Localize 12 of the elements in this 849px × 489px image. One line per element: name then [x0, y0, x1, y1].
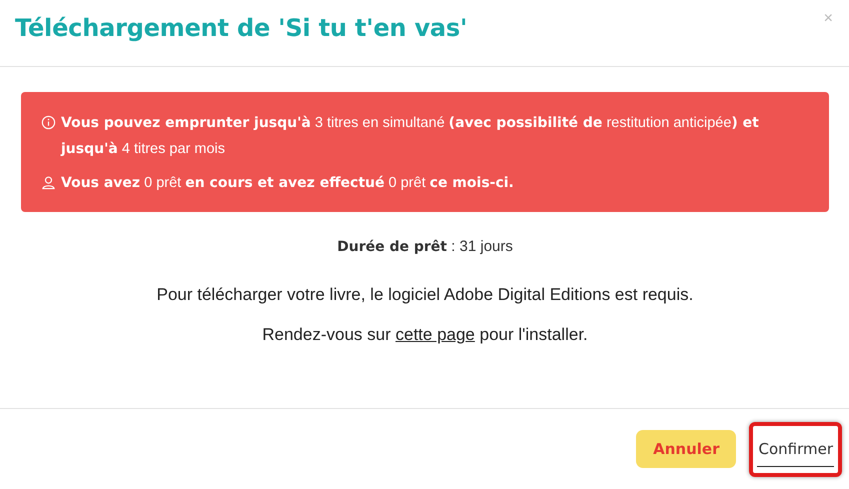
install-link[interactable]: cette page [395, 325, 475, 344]
info-text: Pour télécharger votre livre, le logiciel Adobe Digital Editions est requis. [156, 285, 694, 305]
alert-text: Vous pouvez emprunter jusqu'à 3 titres en simultané (avec possibilité de restitution anticipée) et jusqu'à 4 titres par mois [61, 114, 760, 159]
duration-value: : 31 jours [451, 238, 513, 255]
info-icon [41, 115, 56, 130]
dialog-title: Téléchargement de 'Si tu t'en vas' [15, 14, 468, 42]
confirm-button[interactable]: Confirmer [757, 432, 834, 466]
install-text: Rendez-vous sur [262, 325, 391, 344]
duration-label: Durée de prêt [337, 239, 447, 255]
install-text: pour l'installer. [480, 325, 588, 344]
alert-text: Vous avez 0 prêt en cours et avez effectué 0 prêt ce mois-ci. [61, 174, 514, 193]
user-icon [41, 175, 56, 190]
